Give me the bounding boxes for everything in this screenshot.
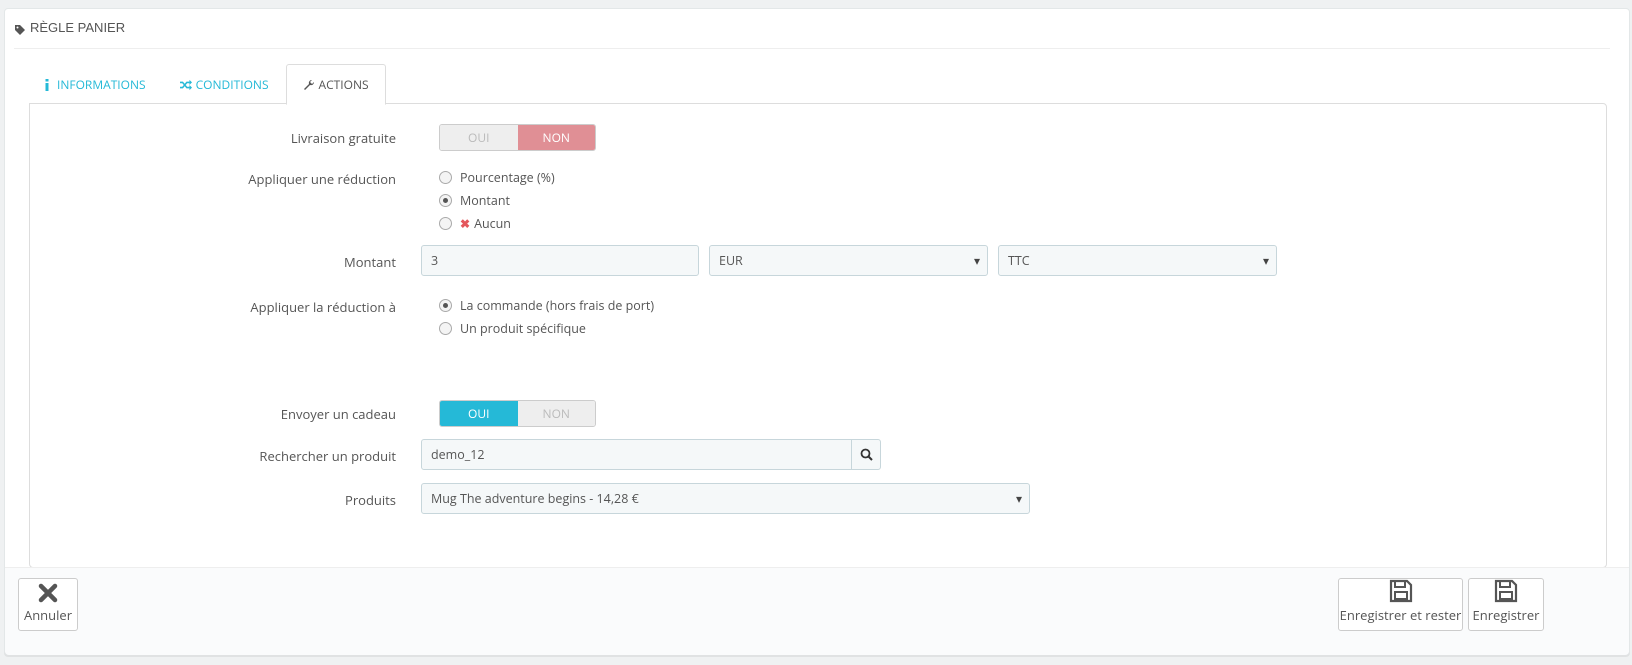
radio-button[interactable] — [439, 194, 452, 207]
close-icon: ✖ — [460, 215, 471, 232]
save-and-stay-label: Enregistrer et rester — [1339, 606, 1462, 624]
radio-button[interactable] — [439, 217, 452, 230]
products-label: Produits — [345, 491, 396, 509]
search-product-input[interactable]: demo_12 — [421, 439, 852, 470]
apply-to-label: Appliquer la réduction à — [250, 298, 396, 316]
send-gift-label: Envoyer un cadeau — [280, 405, 396, 423]
tag-icon — [15, 24, 25, 35]
free-shipping-label: Livraison gratuite — [290, 129, 396, 147]
search-button[interactable] — [851, 439, 881, 470]
tab-label: INFORMATIONS — [57, 76, 146, 93]
amount-input[interactable]: 3 — [421, 245, 699, 276]
info-icon — [45, 78, 49, 91]
radio-button[interactable] — [439, 299, 452, 312]
tax-select[interactable]: TTC — [998, 245, 1277, 276]
discount-option-percent[interactable]: Pourcentage (%) — [439, 166, 555, 189]
radio-label: La commande (hors frais de port) — [460, 297, 655, 314]
save-icon — [1494, 579, 1518, 603]
tab-informations[interactable]: INFORMATIONS — [24, 64, 163, 104]
radio-label: Un produit spécifique — [460, 320, 586, 337]
apply-to-options: La commande (hors frais de port) Un prod… — [439, 294, 654, 340]
cart-rule-panel: RÈGLE PANIER INFORMATIONS CONDITIONS ACT… — [4, 8, 1630, 655]
radio-button[interactable] — [439, 322, 452, 335]
apply-to-order[interactable]: La commande (hors frais de port) — [439, 294, 654, 317]
radio-label: Aucun — [474, 215, 511, 232]
apply-to-product[interactable]: Un produit spécifique — [439, 317, 654, 340]
shuffle-icon — [179, 79, 192, 90]
actions-tab-content: Livraison gratuite OUI NON Appliquer une… — [29, 103, 1607, 568]
free-shipping-switch[interactable]: OUI NON — [439, 124, 596, 151]
save-button[interactable]: Enregistrer — [1468, 578, 1544, 631]
tab-label: ACTIONS — [318, 76, 369, 93]
panel-title: RÈGLE PANIER — [30, 20, 126, 35]
send-gift-no[interactable]: NON — [517, 401, 595, 426]
tab-actions[interactable]: ACTIONS — [285, 64, 386, 105]
apply-discount-options: Pourcentage (%) Montant ✖ Aucun — [439, 166, 555, 235]
tab-label: CONDITIONS — [195, 76, 269, 93]
products-select[interactable]: Mug The adventure begins - 14,28 € — [421, 483, 1030, 514]
save-icon — [1389, 579, 1412, 603]
tab-bar: INFORMATIONS CONDITIONS ACTIONS — [24, 64, 386, 105]
save-label: Enregistrer — [1472, 606, 1540, 624]
send-gift-yes[interactable]: OUI — [440, 401, 518, 426]
free-shipping-no[interactable]: NON — [517, 125, 595, 150]
radio-label: Montant — [460, 192, 510, 209]
panel-heading: RÈGLE PANIER — [14, 15, 1610, 49]
currency-select[interactable]: EUR — [709, 245, 988, 276]
apply-discount-label: Appliquer une réduction — [248, 170, 396, 188]
cancel-button[interactable]: Annuler — [18, 578, 78, 631]
close-icon — [38, 583, 58, 603]
wrench-icon — [303, 79, 314, 90]
cancel-label: Annuler — [23, 606, 73, 624]
radio-button[interactable] — [439, 171, 452, 184]
save-and-stay-button[interactable]: Enregistrer et rester — [1338, 578, 1463, 631]
panel-footer: Annuler Enregistrer et rester Enregistre… — [5, 567, 1629, 655]
radio-label: Pourcentage (%) — [460, 169, 555, 186]
search-product-label: Rechercher un produit — [259, 447, 396, 465]
discount-option-none[interactable]: ✖ Aucun — [439, 212, 555, 235]
free-shipping-yes[interactable]: OUI — [440, 125, 518, 150]
tab-conditions[interactable]: CONDITIONS — [163, 64, 286, 104]
discount-option-amount[interactable]: Montant — [439, 189, 555, 212]
search-icon — [860, 448, 873, 461]
amount-label: Montant — [344, 253, 396, 271]
send-gift-switch[interactable]: OUI NON — [439, 400, 596, 427]
